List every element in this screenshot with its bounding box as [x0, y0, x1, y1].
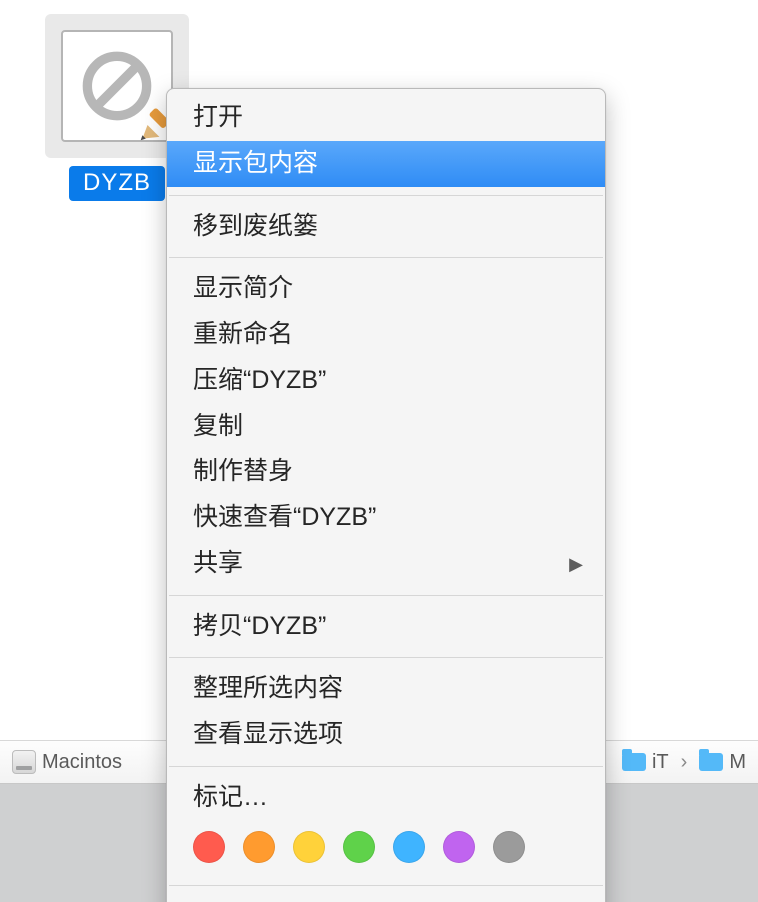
menu-separator: [169, 885, 603, 886]
tag-color-gray[interactable]: [493, 831, 525, 863]
menu-clean-up-selection[interactable]: 整理所选内容: [167, 666, 605, 712]
tag-color-row: [167, 821, 605, 877]
menu-separator: [169, 595, 603, 596]
menu-open-label: 打开: [193, 103, 243, 131]
menu-move-to-trash-label: 移到废纸篓: [193, 212, 318, 240]
tag-color-red[interactable]: [193, 831, 225, 863]
menu-show-package-contents[interactable]: 显示包内容: [167, 141, 605, 187]
menu-move-to-trash[interactable]: 移到废纸篓: [167, 204, 605, 250]
menu-show-view-options-label: 查看显示选项: [193, 720, 343, 748]
context-menu: 打开 显示包内容 移到废纸篓 显示简介 重新命名 压缩“DYZB” 复制 制作替…: [166, 88, 606, 902]
menu-get-info-label: 显示简介: [193, 274, 293, 302]
menu-compress[interactable]: 压缩“DYZB”: [167, 358, 605, 404]
tag-color-yellow[interactable]: [293, 831, 325, 863]
tag-color-orange[interactable]: [243, 831, 275, 863]
menu-share[interactable]: 共享 ▶: [167, 541, 605, 587]
menu-separator: [169, 195, 603, 196]
file-label: DYZB: [69, 166, 165, 201]
menu-duplicate[interactable]: 复制: [167, 404, 605, 450]
tag-color-purple[interactable]: [443, 831, 475, 863]
menu-rename[interactable]: 重新命名: [167, 312, 605, 358]
menu-tags[interactable]: 标记…: [167, 775, 605, 821]
menu-rename-label: 重新命名: [193, 320, 293, 348]
menu-separator: [169, 657, 603, 658]
path-drive-label: Macintos: [42, 751, 122, 774]
menu-duplicate-label: 复制: [193, 412, 243, 440]
menu-quick-look-label: 快速查看“DYZB”: [193, 503, 376, 531]
menu-copy-label: 拷贝“DYZB”: [193, 612, 326, 640]
path-item-label[interactable]: iT: [652, 751, 669, 774]
tag-color-blue[interactable]: [393, 831, 425, 863]
drive-icon: [12, 750, 36, 774]
submenu-arrow-icon: ▶: [569, 551, 583, 575]
menu-share-label: 共享: [193, 549, 243, 577]
tag-color-green[interactable]: [343, 831, 375, 863]
menu-make-alias[interactable]: 制作替身: [167, 449, 605, 495]
menu-get-info[interactable]: 显示简介: [167, 266, 605, 312]
menu-clean-up-selection-label: 整理所选内容: [193, 674, 343, 702]
folder-icon: [622, 753, 646, 771]
menu-separator: [169, 257, 603, 258]
menu-show-package-contents-label: 显示包内容: [193, 149, 318, 177]
menu-tags-label: 标记…: [193, 783, 268, 811]
path-right-group: iT › M: [622, 751, 746, 774]
menu-open[interactable]: 打开: [167, 95, 605, 141]
menu-services[interactable]: 服务 ▶: [167, 894, 605, 902]
folder-icon: [699, 753, 723, 771]
app-icon: [61, 30, 173, 142]
menu-compress-label: 压缩“DYZB”: [193, 366, 326, 394]
menu-show-view-options[interactable]: 查看显示选项: [167, 712, 605, 758]
path-separator-icon: ›: [681, 751, 688, 774]
menu-copy[interactable]: 拷贝“DYZB”: [167, 604, 605, 650]
path-item-label[interactable]: M: [729, 751, 746, 774]
menu-separator: [169, 766, 603, 767]
menu-make-alias-label: 制作替身: [193, 457, 293, 485]
path-drive-item[interactable]: Macintos: [12, 750, 122, 774]
menu-quick-look[interactable]: 快速查看“DYZB”: [167, 495, 605, 541]
